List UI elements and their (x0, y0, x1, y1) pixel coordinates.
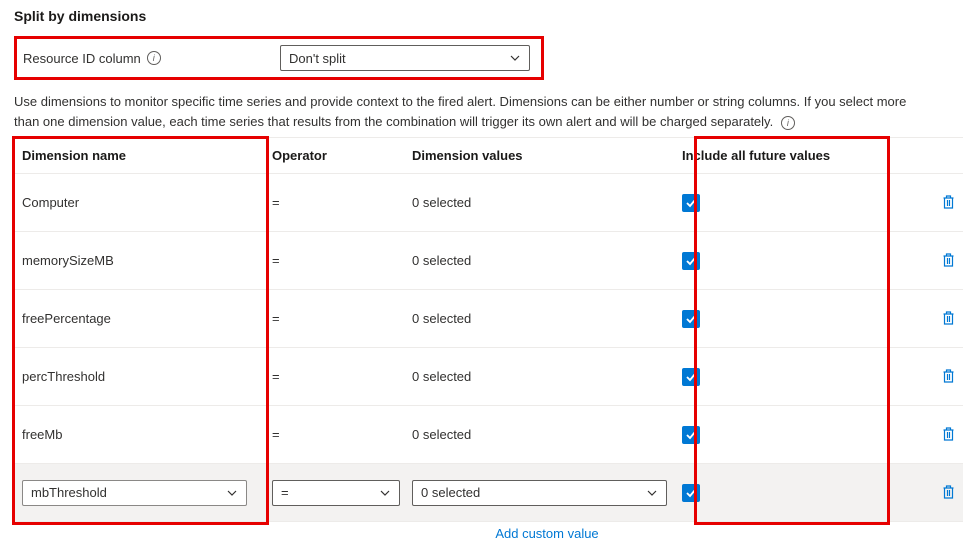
chevron-down-icon (509, 52, 521, 64)
values-cell: 0 selected (412, 311, 682, 326)
dimensions-description: Use dimensions to monitor specific time … (14, 92, 953, 131)
operator-dropdown-value: = (281, 485, 289, 500)
operator-cell: = (272, 427, 412, 442)
dimensions-table: Dimension name Operator Dimension values… (14, 137, 963, 541)
operator-cell: = (272, 369, 412, 384)
dimension-name-dropdown[interactable]: mbThreshold (22, 480, 247, 506)
delete-row-button[interactable] (939, 309, 957, 327)
dimension-name-cell: percThreshold (22, 369, 272, 384)
table-row: freePercentage = 0 selected (14, 290, 963, 348)
include-future-cell (682, 252, 907, 270)
operator-cell: = (272, 253, 412, 268)
delete-row-button[interactable] (939, 483, 957, 501)
include-future-checkbox[interactable] (682, 310, 700, 328)
resource-id-label-text: Resource ID column (23, 51, 141, 66)
dimension-name-dropdown-value: mbThreshold (31, 485, 107, 500)
header-dimension-name: Dimension name (22, 148, 272, 163)
dimension-name-cell: memorySizeMB (22, 253, 272, 268)
operator-dropdown[interactable]: = (272, 480, 400, 506)
table-row: mbThreshold = 0 selected (14, 464, 963, 522)
include-future-cell (682, 484, 907, 502)
include-future-checkbox[interactable] (682, 484, 700, 502)
include-future-checkbox[interactable] (682, 194, 700, 212)
operator-cell: = (272, 195, 412, 210)
dimension-name-cell: freePercentage (22, 311, 272, 326)
include-future-cell (682, 310, 907, 328)
resource-id-row: Resource ID column i Don't split (14, 36, 544, 80)
values-cell: 0 selected (412, 195, 682, 210)
table-row: Computer = 0 selected (14, 174, 963, 232)
dimension-name-cell: freeMb (22, 427, 272, 442)
values-dropdown[interactable]: 0 selected (412, 480, 667, 506)
section-title: Split by dimensions (14, 8, 953, 24)
resource-id-dropdown-value: Don't split (289, 51, 346, 66)
info-icon[interactable]: i (781, 116, 795, 130)
operator-cell: = (272, 311, 412, 326)
include-future-checkbox[interactable] (682, 368, 700, 386)
resource-id-label: Resource ID column i (23, 51, 268, 66)
values-cell: 0 selected (412, 253, 682, 268)
include-future-checkbox[interactable] (682, 252, 700, 270)
values-cell: 0 selected (412, 427, 682, 442)
chevron-down-icon (646, 487, 658, 499)
include-future-checkbox[interactable] (682, 426, 700, 444)
add-custom-row: Add custom value (14, 522, 963, 541)
header-operator: Operator (272, 148, 412, 163)
delete-row-button[interactable] (939, 425, 957, 443)
chevron-down-icon (226, 487, 238, 499)
add-custom-value-link[interactable]: Add custom value (412, 522, 682, 541)
description-line-1: Use dimensions to monitor specific time … (14, 94, 906, 109)
delete-row-button[interactable] (939, 251, 957, 269)
resource-id-dropdown[interactable]: Don't split (280, 45, 530, 71)
delete-row-button[interactable] (939, 193, 957, 211)
include-future-cell (682, 194, 907, 212)
include-future-cell (682, 368, 907, 386)
delete-row-button[interactable] (939, 367, 957, 385)
header-dimension-values: Dimension values (412, 148, 682, 163)
chevron-down-icon (379, 487, 391, 499)
include-future-cell (682, 426, 907, 444)
description-line-2: than one dimension value, each time seri… (14, 114, 773, 129)
table-row: percThreshold = 0 selected (14, 348, 963, 406)
table-row: freeMb = 0 selected (14, 406, 963, 464)
values-cell: 0 selected (412, 369, 682, 384)
header-include-future: Include all future values (682, 148, 907, 163)
info-icon[interactable]: i (147, 51, 161, 65)
table-header-row: Dimension name Operator Dimension values… (14, 138, 963, 174)
values-dropdown-value: 0 selected (421, 485, 480, 500)
table-row: memorySizeMB = 0 selected (14, 232, 963, 290)
dimension-name-cell: Computer (22, 195, 272, 210)
